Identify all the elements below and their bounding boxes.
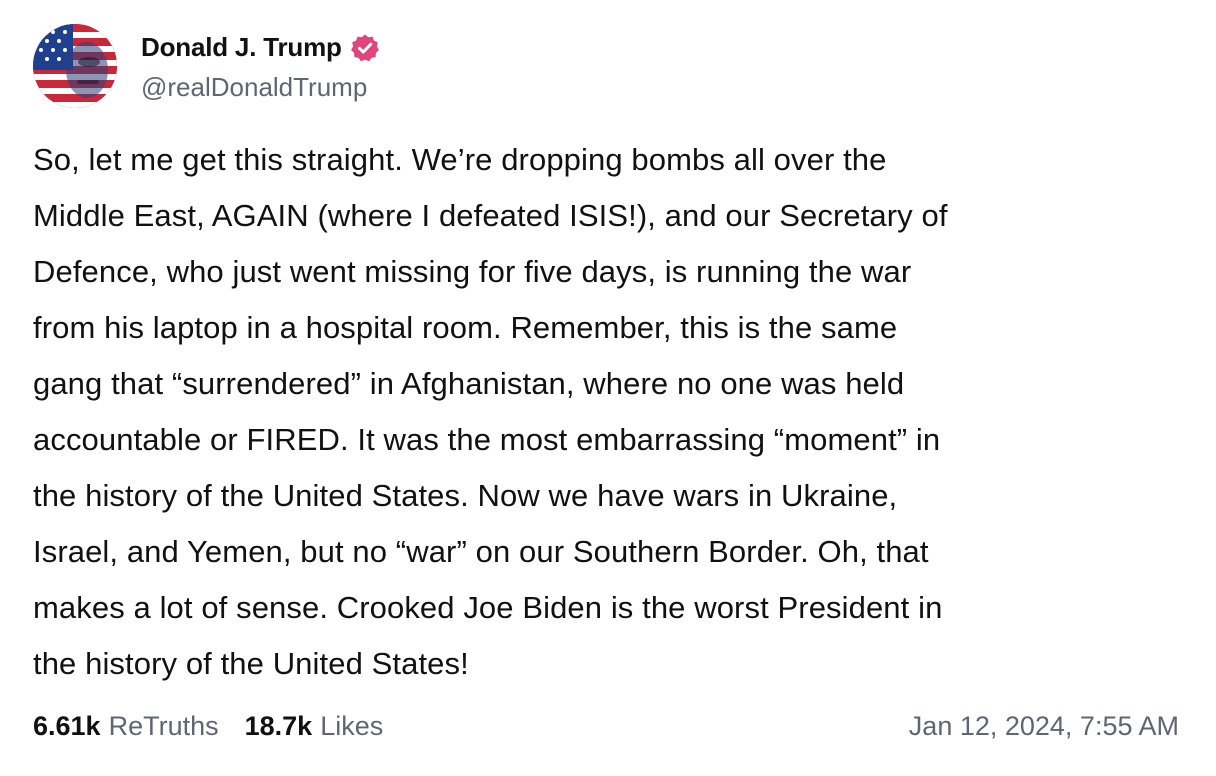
post-header: Donald J. Trump @realDonaldTrump [33, 24, 1182, 108]
flag-portrait-avatar-icon [33, 24, 117, 108]
verified-badge-icon [350, 33, 380, 63]
truth-post: Donald J. Trump @realDonaldTrump So, let… [0, 0, 1216, 776]
author-names: Donald J. Trump @realDonaldTrump [141, 30, 380, 103]
post-text: So, let me get this straight. We’re drop… [33, 142, 948, 681]
likes-stat[interactable]: 18.7k Likes [245, 711, 384, 742]
retruths-count: 6.61k [33, 710, 101, 741]
avatar[interactable] [33, 24, 117, 108]
retruths-stat[interactable]: 6.61k ReTruths [33, 711, 219, 742]
likes-count: 18.7k [244, 710, 313, 741]
display-name-row: Donald J. Trump [141, 30, 380, 66]
retruths-label: ReTruths [108, 710, 219, 741]
handle[interactable]: @realDonaldTrump [141, 72, 380, 103]
post-timestamp[interactable]: Jan 12, 2024, 7:55 AM [909, 711, 1179, 742]
display-name[interactable]: Donald J. Trump [141, 32, 342, 63]
post-stats: 6.61k ReTruths 18.7k Likes [33, 711, 383, 742]
post-footer: 6.61k ReTruths 18.7k Likes Jan 12, 2024, 7… [33, 706, 1179, 746]
likes-label: Likes [320, 710, 384, 741]
